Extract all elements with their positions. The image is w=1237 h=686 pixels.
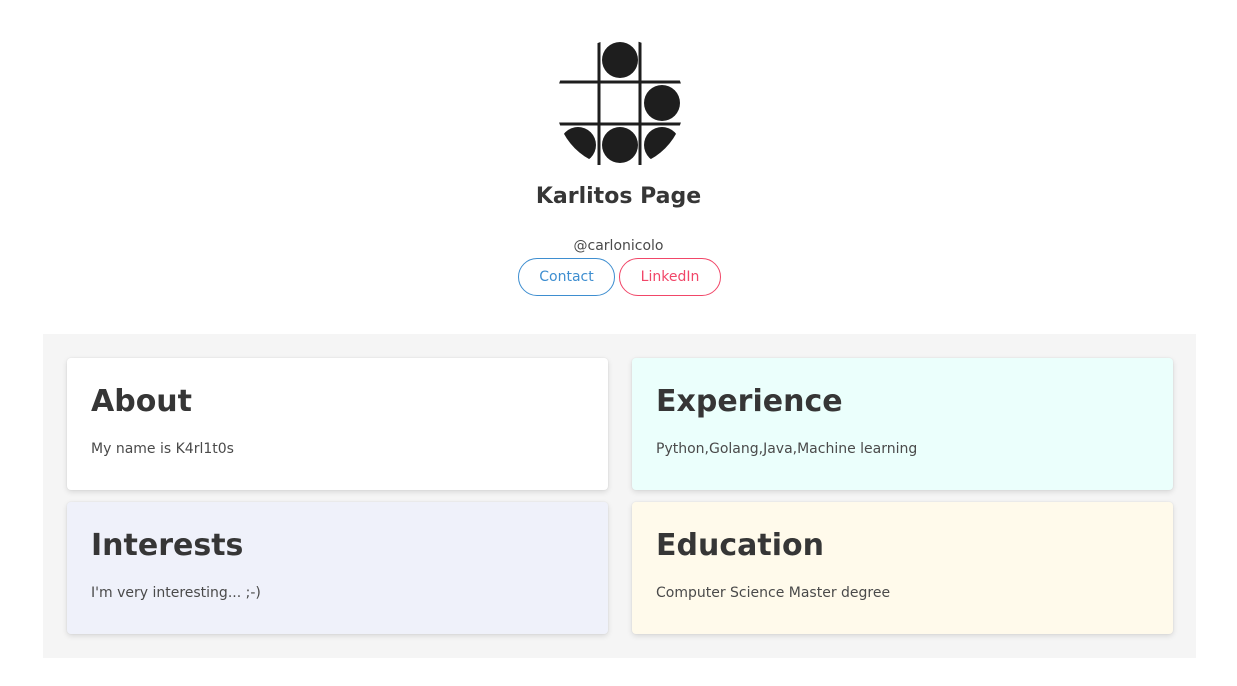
interests-text: I'm very interesting... ;-) [91, 585, 261, 601]
interests-card: Interests I'm very interesting... ;-) [67, 502, 608, 634]
go-board-pattern-icon [556, 39, 684, 167]
page: Karlitos Page @carlonicolo Contact Linke… [0, 0, 1237, 686]
about-card: About My name is K4rl1t0s [67, 358, 608, 490]
education-text: Computer Science Master degree [656, 585, 891, 601]
experience-title: Experience [656, 384, 843, 419]
profile-avatar [556, 39, 684, 167]
education-card: Education Computer Science Master degree [632, 502, 1173, 634]
linkedin-button[interactable]: LinkedIn [619, 258, 721, 296]
interests-title: Interests [91, 528, 244, 563]
page-title: Karlitos Page [535, 184, 702, 209]
profile-handle: @carlonicolo [573, 238, 664, 254]
education-title: Education [656, 528, 824, 563]
about-title: About [91, 384, 193, 419]
experience-text: Python,Golang,Java,Machine learning [656, 441, 918, 457]
cards-section: About My name is K4rl1t0s Experience Pyt… [43, 334, 1196, 658]
contact-button[interactable]: Contact [518, 258, 615, 296]
about-text: My name is K4rl1t0s [91, 441, 234, 457]
experience-card: Experience Python,Golang,Java,Machine le… [632, 358, 1173, 490]
